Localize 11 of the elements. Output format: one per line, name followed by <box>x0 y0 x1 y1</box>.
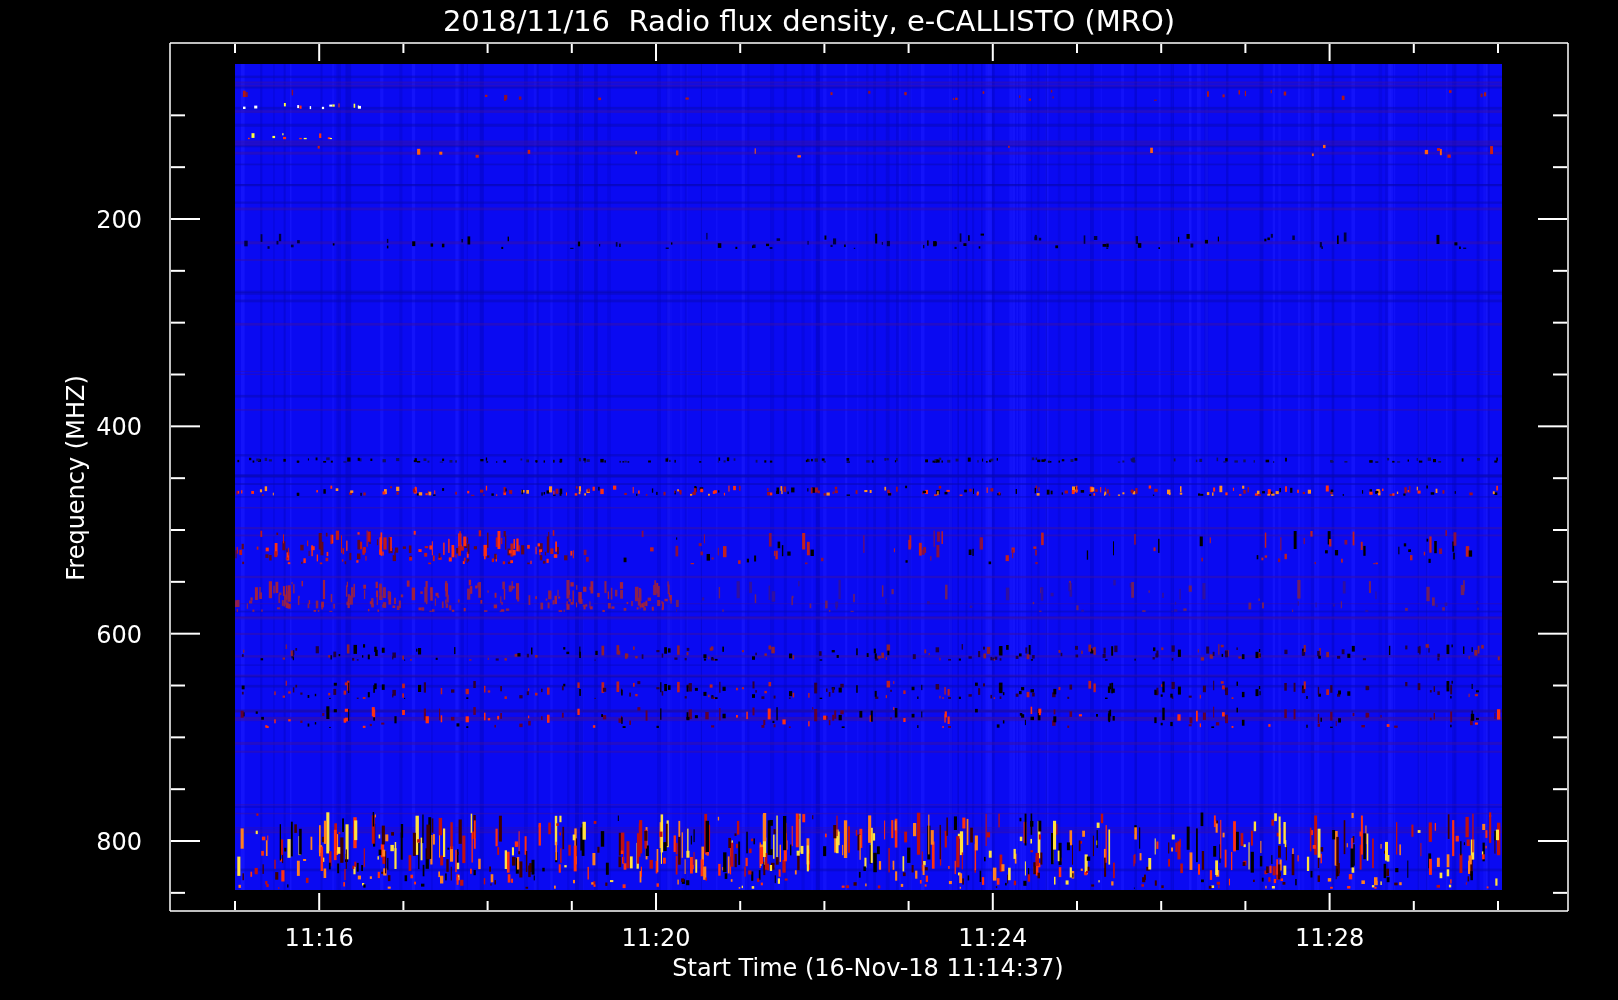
tick-label: 11:20 <box>621 924 691 952</box>
tick-label: 600 <box>96 620 142 649</box>
tick-label: 200 <box>96 206 142 234</box>
tick-label: 400 <box>96 413 142 442</box>
tick-label: 800 <box>96 828 142 856</box>
plot-title: 2018/11/16 Radio flux density, e-CALLISTO (MRO) <box>442 4 1176 38</box>
axis-label: Frequency (MHZ) <box>62 375 90 581</box>
tick-label: 11:28 <box>1295 924 1365 952</box>
tick-label: 11:24 <box>958 924 1028 952</box>
tick-label: 11:16 <box>284 924 354 952</box>
axis-label: Start Time (16-Nov-18 11:14:37) <box>672 954 1064 982</box>
